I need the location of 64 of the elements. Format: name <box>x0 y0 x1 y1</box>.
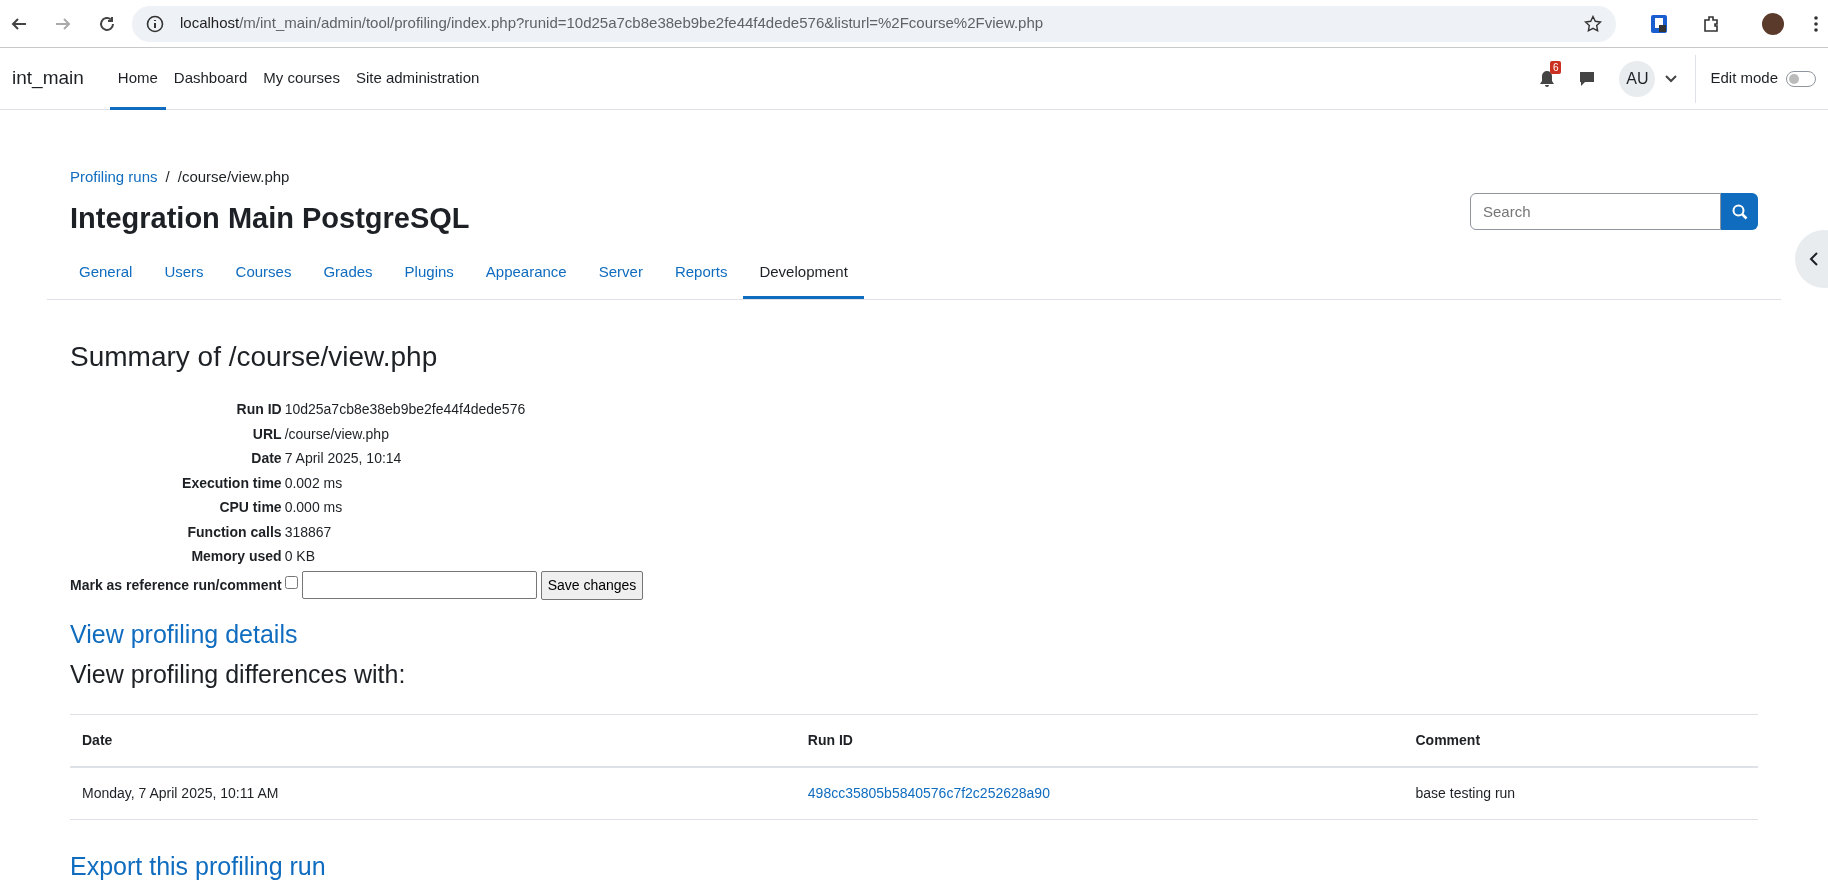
tab[interactable]: Plugins <box>388 249 470 299</box>
save-button[interactable]: Save changes <box>540 570 644 600</box>
field-label: Execution time <box>181 473 282 493</box>
field-value: 0.000 ms <box>284 498 344 518</box>
field-value: 318867 <box>284 522 333 542</box>
edit-mode-label: Edit mode <box>1710 68 1778 89</box>
field-label: Run ID <box>235 400 282 420</box>
tab[interactable]: Server <box>582 249 659 299</box>
field-value: 0.002 ms <box>284 473 344 493</box>
nav-link[interactable]: Site administration <box>347 47 488 110</box>
star-icon[interactable] <box>1584 14 1602 33</box>
search-field[interactable]: Search <box>1470 193 1721 231</box>
breadcrumb-separator: / <box>165 167 170 187</box>
field-value: 7 April 2025, 10:14 <box>284 449 403 469</box>
tab[interactable]: General <box>63 249 149 299</box>
bell-icon[interactable] <box>1539 69 1556 88</box>
extension-shield-icon[interactable] <box>1650 13 1668 34</box>
tab[interactable]: Reports <box>658 249 744 299</box>
tab[interactable]: Users <box>148 249 220 299</box>
nav-link[interactable]: My courses <box>255 47 348 110</box>
search-icon <box>1731 203 1748 220</box>
url-text: localhost/m/int_main/admin/tool/profiling/index.php?runid=10d25a7cb8e38eb9be2fe44f4dede576&listurl=%2Fcourse%2Fview.php <box>180 13 1044 34</box>
field-label: Memory used <box>190 547 282 567</box>
export-link[interactable]: Export this profiling run <box>70 848 326 886</box>
nav-link[interactable]: Home <box>109 47 166 110</box>
comment-field[interactable] <box>301 571 537 600</box>
nav-link[interactable]: Dashboard <box>165 47 256 110</box>
breadcrumb-current: /course/view.php <box>177 167 290 187</box>
chat-icon[interactable] <box>1579 70 1596 87</box>
menu-dots-icon[interactable] <box>1814 15 1818 32</box>
table-cell: base testing run <box>1403 767 1758 820</box>
field-value: 0 KB <box>284 547 316 567</box>
address-bar[interactable]: localhost/m/int_main/admin/tool/profiling/index.php?runid=10d25a7cb8e38eb9be2fe44f4dede576&listurl=%2Fcourse%2Fview.php <box>132 5 1616 42</box>
page-title: Integration Main PostgreSQL <box>70 200 470 236</box>
tab[interactable]: Courses <box>219 249 308 299</box>
info-icon[interactable] <box>146 14 164 33</box>
section-heading: View profiling differences with: <box>70 659 407 690</box>
tab[interactable]: Appearance <box>469 249 583 299</box>
user-avatar[interactable]: AU <box>1619 60 1656 97</box>
chevron-left-icon <box>1809 251 1819 267</box>
caret-icon[interactable] <box>1665 74 1678 83</box>
summary-heading: Summary of /course/view.php <box>70 339 439 374</box>
column-header: Run ID <box>795 714 1404 768</box>
field-label: Function calls <box>186 522 282 542</box>
column-header: Comment <box>1403 714 1758 768</box>
search-button[interactable] <box>1721 193 1758 231</box>
reference-checkbox[interactable] <box>284 575 298 589</box>
field-value: /course/view.php <box>284 424 390 444</box>
table-cell: Monday, 7 April 2025, 10:11 AM <box>70 767 796 820</box>
tab[interactable]: Development <box>743 249 864 299</box>
breadcrumb-link[interactable]: Profiling runs <box>70 166 158 189</box>
column-header: Date <box>70 714 796 768</box>
field-label: Date <box>250 449 282 469</box>
reload-icon[interactable] <box>98 14 116 33</box>
notification-count: 6 <box>1549 60 1562 74</box>
details-link[interactable]: View profiling details <box>70 615 298 654</box>
tab[interactable]: Grades <box>307 249 389 299</box>
field-value: 10d25a7cb8e38eb9be2fe44f4dede576 <box>284 400 527 420</box>
field-label: URL <box>251 424 282 444</box>
field-label: CPU time <box>218 498 282 518</box>
field-label: Mark as reference run/comment <box>70 575 282 595</box>
profile-avatar[interactable] <box>1762 12 1784 35</box>
site-name[interactable]: int_main <box>12 64 84 93</box>
run-id-link[interactable]: 498cc35805b5840576c7f2c252628a90 <box>807 785 1050 802</box>
